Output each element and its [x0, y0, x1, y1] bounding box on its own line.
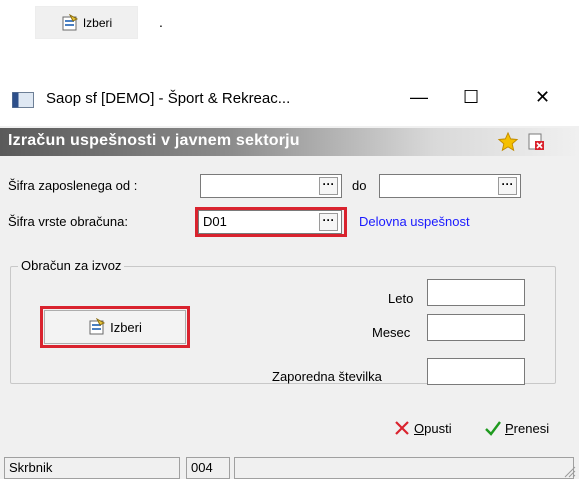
calc-type-highlight [195, 207, 347, 237]
transfer-label-rest: renesi [513, 420, 550, 436]
serial-number-label: Zaporedna številka [272, 369, 382, 384]
cancel-mnemonic: O [414, 420, 425, 436]
app-icon [12, 92, 34, 108]
select-form-icon [89, 318, 106, 335]
leto-input[interactable] [427, 279, 525, 306]
izberi-label: Izberi [110, 319, 142, 335]
top-izberi-label: Izberi [82, 15, 113, 30]
window-title: Saop sf [DEMO] - Šport & Rekreac... [46, 90, 291, 107]
transfer-button[interactable]: Prenesi [485, 420, 549, 436]
cancel-button[interactable]: Opusti [394, 420, 452, 436]
status-extra [234, 457, 574, 479]
status-code: 004 [186, 457, 230, 479]
star-icon[interactable] [497, 131, 519, 153]
select-form-icon [62, 13, 78, 30]
calc-type-label: Šifra vrste obračuna: [8, 214, 128, 229]
employee-from-lookup-button[interactable]: ··· [319, 177, 338, 195]
mesec-input[interactable] [427, 314, 525, 341]
top-izberi-button[interactable]: Izberi [35, 6, 138, 39]
cancel-label: Opusti [414, 421, 452, 436]
close-button[interactable]: ✕ [535, 86, 550, 108]
cancel-label-rest: pusti [424, 420, 452, 436]
mesec-label: Mesec [372, 325, 411, 340]
cancel-x-icon [395, 421, 409, 435]
transfer-mnemonic: P [505, 420, 514, 436]
serial-number-input[interactable] [427, 358, 525, 385]
title-bar: Saop sf [DEMO] - Šport & Rekreac... — ☐ … [0, 74, 579, 126]
resize-grip-icon[interactable] [562, 464, 576, 478]
calc-type-description: Delovna uspešnost [359, 214, 470, 229]
close-document-icon[interactable] [527, 133, 545, 151]
form-title: Izračun uspešnosti v javnem sektorju [8, 132, 300, 149]
status-user: Skrbnik [4, 457, 180, 479]
maximize-button[interactable]: ☐ [463, 86, 479, 108]
dot-mark: . [159, 14, 163, 30]
izberi-button[interactable]: Izberi [44, 310, 186, 344]
employee-to-lookup-button[interactable]: ··· [498, 177, 517, 195]
leto-label: Leto [388, 291, 414, 306]
employee-from-label: Šifra zaposlenega od : [8, 178, 138, 193]
transfer-label: Prenesi [505, 421, 549, 436]
form-header: Izračun uspešnosti v javnem sektorju [0, 128, 579, 156]
employee-to-label: do [352, 178, 367, 193]
dialog-window: Saop sf [DEMO] - Šport & Rekreac... — ☐ … [0, 74, 579, 479]
minimize-button[interactable]: — [410, 86, 428, 108]
checkmark-icon [485, 421, 501, 436]
export-groupbox-legend: Obračun za izvoz [18, 258, 125, 273]
